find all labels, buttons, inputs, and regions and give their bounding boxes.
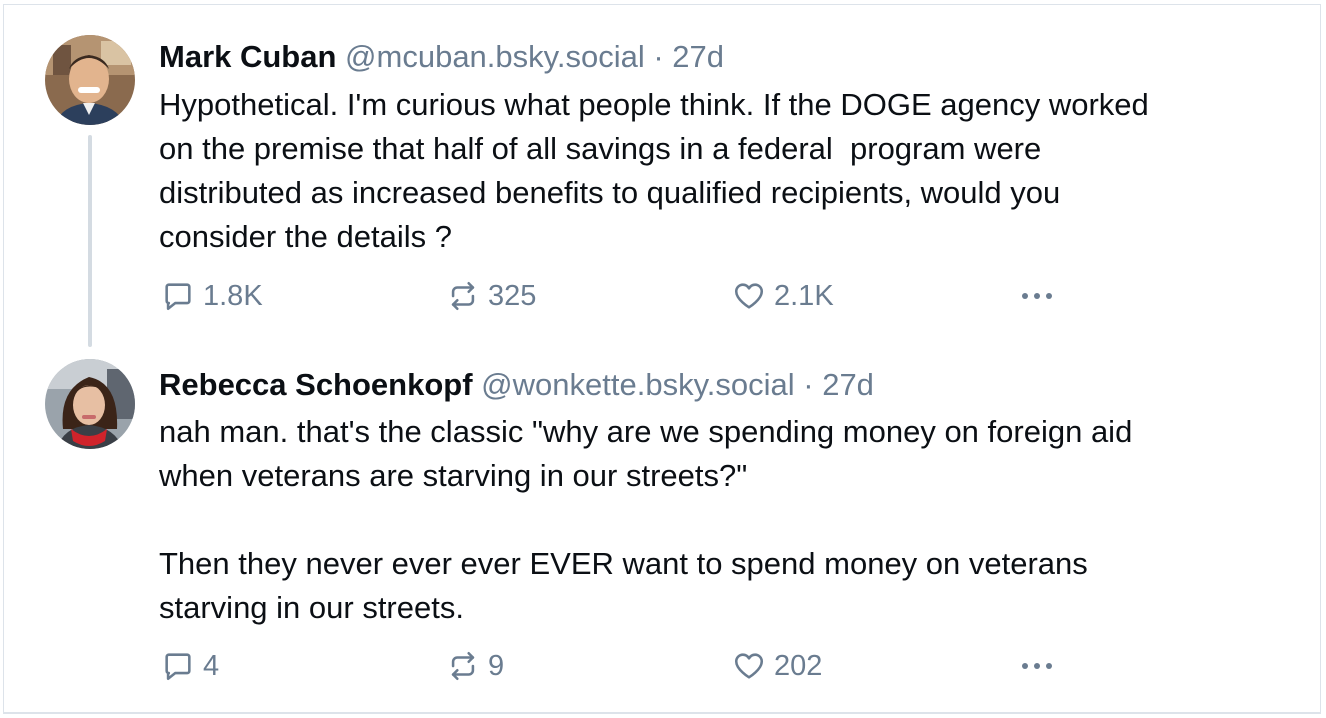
heart-icon <box>734 283 764 309</box>
post-header: Rebecca Schoenkopf @wonkette.bsky.social… <box>159 365 874 405</box>
like-count: 2.1K <box>774 279 834 312</box>
post-text: nah man. that's the classic "why are we … <box>159 414 1133 625</box>
repost-arrows-icon <box>451 281 475 311</box>
reply-bubble-icon <box>165 653 191 681</box>
like-count: 202 <box>774 649 823 682</box>
more-options-icon <box>1022 663 1052 669</box>
post-actions: 4 9 202 <box>159 646 1159 686</box>
separator-dot: · <box>794 367 823 402</box>
like-button[interactable]: 202 <box>732 646 822 686</box>
author-handle[interactable]: @wonkette.bsky.social <box>481 367 794 402</box>
post-text: Hypothetical. I'm curious what people th… <box>159 87 1149 254</box>
reply-count: 4 <box>203 649 220 682</box>
author-avatar[interactable] <box>45 359 135 449</box>
post-timestamp[interactable]: 27d <box>672 39 724 74</box>
repost-arrows-icon <box>451 651 475 681</box>
avatar-photo-man <box>45 35 135 125</box>
post-actions: 1.8K 325 2.1K <box>159 276 1159 316</box>
avatar-photo-woman <box>45 359 135 449</box>
repost-count: 325 <box>488 279 537 312</box>
post-timestamp[interactable]: 27d <box>822 367 874 402</box>
reply-button[interactable]: 4 <box>161 646 219 686</box>
post-header: Mark Cuban @mcuban.bsky.social · 27d <box>159 37 724 77</box>
more-options-button[interactable] <box>1017 276 1057 316</box>
author-avatar[interactable] <box>45 35 135 125</box>
more-options-button[interactable] <box>1017 646 1057 686</box>
like-button[interactable]: 2.1K <box>732 276 834 316</box>
author-handle[interactable]: @mcuban.bsky.social <box>345 39 645 74</box>
heart-icon <box>734 653 764 679</box>
thread-container: Mark Cuban @mcuban.bsky.social · 27d Hyp… <box>3 4 1321 714</box>
author-display-name[interactable]: Mark Cuban <box>159 39 336 74</box>
reply-button[interactable]: 1.8K <box>161 276 263 316</box>
reply-count: 1.8K <box>203 279 263 312</box>
repost-count: 9 <box>488 649 505 682</box>
repost-button[interactable]: 325 <box>446 276 536 316</box>
reply-bubble-icon <box>165 283 191 311</box>
separator-dot: · <box>644 39 673 74</box>
repost-button[interactable]: 9 <box>446 646 504 686</box>
post[interactable]: Rebecca Schoenkopf @wonkette.bsky.social… <box>4 350 1320 713</box>
post[interactable]: Mark Cuban @mcuban.bsky.social · 27d Hyp… <box>4 5 1320 350</box>
author-display-name[interactable]: Rebecca Schoenkopf <box>159 367 473 402</box>
more-options-icon <box>1022 293 1052 299</box>
thread-connector-line <box>88 135 92 347</box>
